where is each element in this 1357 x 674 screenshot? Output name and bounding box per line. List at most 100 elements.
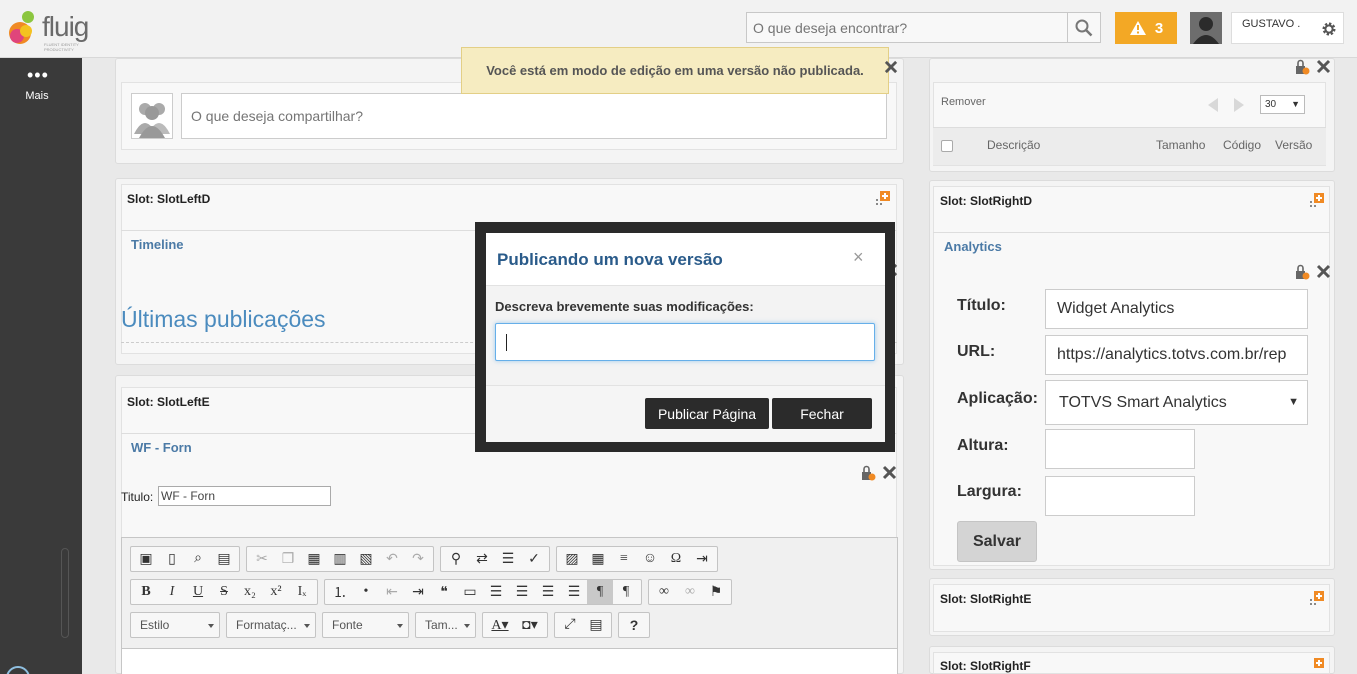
image-icon[interactable]: ▨ bbox=[559, 547, 585, 571]
col-tamanho[interactable]: Tamanho bbox=[1156, 138, 1205, 152]
undo-icon[interactable]: ↶ bbox=[379, 547, 405, 571]
special-char-icon[interactable]: Ω bbox=[663, 547, 689, 571]
table-icon[interactable]: ▦ bbox=[585, 547, 611, 571]
add-widget-icon[interactable] bbox=[1310, 591, 1324, 605]
subscript-icon[interactable]: x₂ bbox=[237, 580, 263, 604]
dialog-close-icon[interactable]: × bbox=[853, 247, 864, 268]
analytics-altura-input[interactable] bbox=[1045, 429, 1195, 469]
anchor-flag-icon[interactable]: ⚑ bbox=[703, 580, 729, 604]
close-icon[interactable] bbox=[1316, 264, 1331, 279]
page-break-icon[interactable]: ⇥ bbox=[689, 547, 715, 571]
editor-content-area[interactable] bbox=[122, 648, 897, 674]
select-all-icon[interactable]: ☰ bbox=[495, 547, 521, 571]
replace-icon[interactable]: ⇄ bbox=[469, 547, 495, 571]
bold-icon[interactable]: B bbox=[133, 580, 159, 604]
gear-icon[interactable] bbox=[1321, 21, 1337, 37]
close-dialog-button[interactable]: Fechar bbox=[772, 398, 872, 429]
find-icon[interactable]: ⚲ bbox=[443, 547, 469, 571]
link-icon[interactable]: ∞ bbox=[651, 580, 677, 604]
analytics-largura-input[interactable] bbox=[1045, 476, 1195, 516]
fluig-logo[interactable]: fluig FLUENT IDENTITY PRODUCTIVITY bbox=[6, 6, 96, 52]
alerts-button[interactable]: 3 bbox=[1115, 12, 1177, 44]
bulleted-list-icon[interactable]: • bbox=[353, 580, 379, 604]
remove-format-icon[interactable]: Iₓ bbox=[289, 580, 315, 604]
notice-text: Você está em modo de edição em uma versã… bbox=[486, 63, 864, 78]
justify-icon[interactable]: ☰ bbox=[561, 580, 587, 604]
lock-settings-icon[interactable] bbox=[860, 465, 876, 481]
publish-page-button[interactable]: Publicar Página bbox=[645, 398, 769, 429]
redo-icon[interactable]: ↷ bbox=[405, 547, 431, 571]
more-label[interactable]: Mais bbox=[0, 90, 74, 102]
col-codigo[interactable]: Código bbox=[1223, 138, 1261, 152]
close-icon[interactable] bbox=[884, 60, 898, 74]
analytics-app-select[interactable]: TOTVS Smart Analytics ▼ bbox=[1045, 380, 1308, 425]
div-container-icon[interactable]: ▭ bbox=[457, 580, 483, 604]
italic-icon[interactable]: I bbox=[159, 580, 185, 604]
strike-icon[interactable]: S bbox=[211, 580, 237, 604]
add-widget-icon[interactable] bbox=[876, 191, 890, 205]
style-select[interactable]: Estilo bbox=[130, 612, 220, 638]
paste-icon[interactable]: ▦ bbox=[301, 547, 327, 571]
close-icon[interactable] bbox=[1316, 59, 1331, 74]
user-avatar[interactable] bbox=[1190, 12, 1222, 44]
font-select[interactable]: Fonte bbox=[322, 612, 409, 638]
col-descricao[interactable]: Descrição bbox=[987, 138, 1040, 152]
cut-icon[interactable]: ✂ bbox=[249, 547, 275, 571]
smiley-icon[interactable]: ☺ bbox=[637, 547, 663, 571]
help-icon[interactable]: ? bbox=[621, 613, 647, 637]
user-menu[interactable]: GUSTAVO . bbox=[1231, 12, 1344, 44]
rail-scrollbar[interactable] bbox=[61, 548, 69, 638]
bg-color-icon[interactable]: ◘▾ bbox=[515, 613, 545, 637]
search-button[interactable] bbox=[1067, 13, 1100, 42]
templates-icon[interactable]: ▤ bbox=[211, 547, 237, 571]
paste-text-icon[interactable]: ▥ bbox=[327, 547, 353, 571]
analytics-titulo-input[interactable]: Widget Analytics bbox=[1045, 289, 1308, 329]
ltr-icon[interactable]: ¶ bbox=[587, 580, 613, 604]
lock-settings-icon[interactable] bbox=[1294, 264, 1310, 280]
preview-icon[interactable]: ⌕ bbox=[185, 547, 211, 571]
prev-page-icon[interactable] bbox=[1206, 97, 1220, 113]
next-page-icon[interactable] bbox=[1232, 97, 1246, 113]
new-page-icon[interactable]: ▯ bbox=[159, 547, 185, 571]
toolbar-row-2: B I U S x₂ x² Iₓ ⒈ • ⇤ ⇥ ❝ ▭ ☰ ☰ ☰ ☰ ¶ ¶… bbox=[130, 579, 732, 605]
save-doc-icon[interactable]: ▣ bbox=[133, 547, 159, 571]
rtl-icon[interactable]: ¶ bbox=[613, 580, 639, 604]
select-all-checkbox[interactable] bbox=[941, 140, 953, 152]
add-widget-icon[interactable] bbox=[1310, 193, 1324, 207]
search-input[interactable] bbox=[747, 13, 1067, 42]
more-icon[interactable]: ••• bbox=[27, 66, 49, 84]
blockquote-icon[interactable]: ❝ bbox=[431, 580, 457, 604]
lock-settings-icon[interactable] bbox=[1294, 59, 1310, 75]
copy-icon[interactable]: ❐ bbox=[275, 547, 301, 571]
analytics-url-input[interactable]: https://analytics.totvs.com.br/rep bbox=[1045, 335, 1308, 375]
underline-icon[interactable]: U bbox=[185, 580, 211, 604]
globe-icon[interactable] bbox=[6, 666, 30, 674]
numbered-list-icon[interactable]: ⒈ bbox=[327, 580, 353, 604]
horizontal-line-icon[interactable]: ≡ bbox=[611, 547, 637, 571]
indent-icon[interactable]: ⇥ bbox=[405, 580, 431, 604]
remover-link[interactable]: Remover bbox=[941, 96, 986, 108]
superscript-icon[interactable]: x² bbox=[263, 580, 289, 604]
format-select[interactable]: Formataç... bbox=[226, 612, 316, 638]
text-color-icon[interactable]: A▾ bbox=[485, 613, 515, 637]
unlink-icon[interactable]: ∞ bbox=[677, 580, 703, 604]
maximize-icon[interactable]: ⤢ bbox=[557, 613, 583, 637]
share-input[interactable] bbox=[181, 93, 887, 139]
outdent-icon[interactable]: ⇤ bbox=[379, 580, 405, 604]
col-versao[interactable]: Versão bbox=[1275, 138, 1312, 152]
toolbar-group-colors: A▾ ◘▾ bbox=[482, 612, 548, 638]
analytics-save-button[interactable]: Salvar bbox=[957, 521, 1037, 562]
logo-tagline: FLUENT IDENTITY PRODUCTIVITY bbox=[44, 42, 79, 52]
size-select[interactable]: Tam... bbox=[415, 612, 476, 638]
spellcheck-icon[interactable]: ✓ bbox=[521, 547, 547, 571]
page-size-select[interactable]: 30 ▼ bbox=[1260, 95, 1305, 114]
paste-word-icon[interactable]: ▧ bbox=[353, 547, 379, 571]
add-widget-icon[interactable] bbox=[1310, 658, 1324, 672]
close-icon[interactable] bbox=[882, 465, 897, 480]
align-center-icon[interactable]: ☰ bbox=[509, 580, 535, 604]
titulo-input[interactable] bbox=[158, 486, 331, 506]
align-right-icon[interactable]: ☰ bbox=[535, 580, 561, 604]
align-left-icon[interactable]: ☰ bbox=[483, 580, 509, 604]
modification-description-input[interactable] bbox=[495, 323, 875, 361]
show-blocks-icon[interactable]: ▤ bbox=[583, 613, 609, 637]
